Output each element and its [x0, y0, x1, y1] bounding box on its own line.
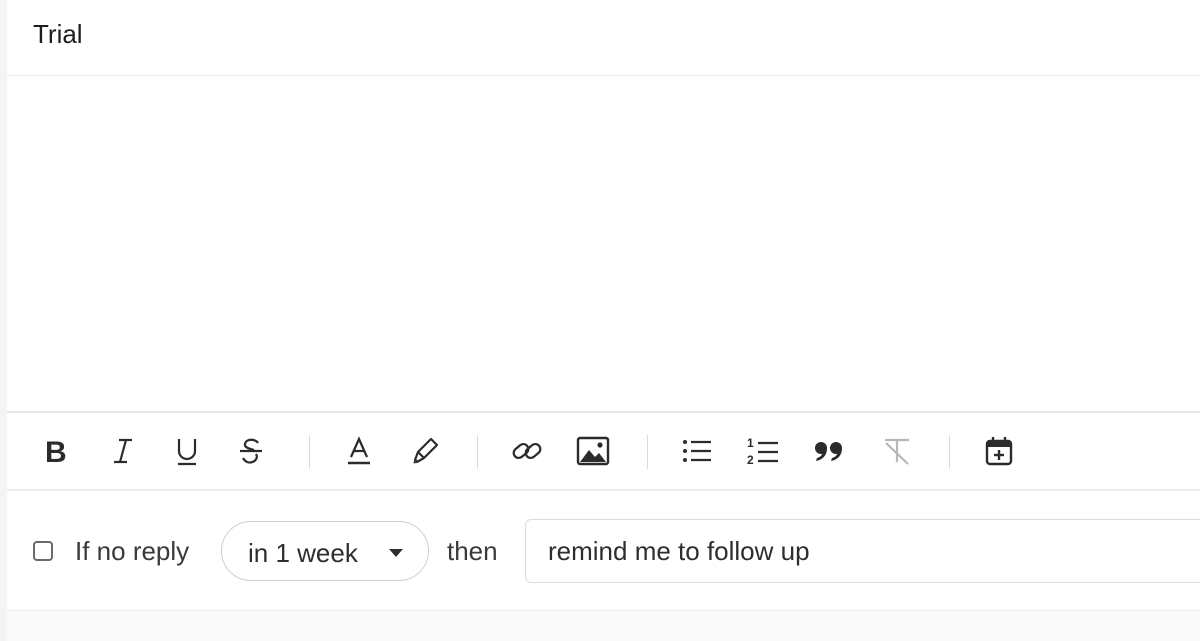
schedule-button[interactable]: [981, 433, 1017, 469]
timeframe-value: in 1 week: [248, 538, 358, 568]
link-icon: [512, 442, 542, 460]
toolbar-separator: [647, 435, 648, 469]
underline-icon: [177, 439, 197, 466]
if-no-reply-label: If no reply: [75, 536, 190, 566]
toolbar-separator: [949, 435, 950, 469]
numbered-list-button[interactable]: 1 2: [745, 433, 781, 469]
underline-button[interactable]: [169, 433, 205, 469]
svg-text:B: B: [45, 436, 67, 467]
clear-formatting-icon: [885, 438, 909, 465]
left-edge: [0, 0, 7, 641]
link-button[interactable]: [509, 433, 545, 469]
message-body-editor[interactable]: [7, 77, 1200, 412]
italic-button[interactable]: [105, 433, 141, 469]
bulleted-list-icon: [683, 440, 711, 462]
subject-text: Trial: [33, 19, 83, 49]
strikethrough-icon: [240, 438, 262, 464]
formatting-toolbar: B 1 2: [7, 411, 1200, 491]
bold-icon: B: [45, 436, 67, 467]
clear-formatting-button[interactable]: [879, 433, 915, 469]
svg-text:1: 1: [747, 436, 754, 450]
highlighter-icon: [413, 437, 439, 464]
insert-image-button[interactable]: [575, 433, 611, 469]
timeframe-dropdown[interactable]: in 1 week: [221, 521, 429, 581]
highlighter-button[interactable]: [407, 433, 443, 469]
quote-button[interactable]: [811, 433, 847, 469]
svg-text:2: 2: [747, 453, 754, 467]
strikethrough-button[interactable]: [233, 433, 269, 469]
text-color-icon: [348, 436, 370, 465]
bulleted-list-button[interactable]: [679, 433, 715, 469]
follow-up-checkbox[interactable]: [33, 541, 53, 561]
follow-up-action-input[interactable]: [525, 519, 1200, 583]
image-icon: [576, 436, 610, 466]
toolbar-separator: [477, 435, 478, 469]
toolbar-separator: [309, 435, 310, 469]
calendar-add-icon: [985, 437, 1013, 466]
follow-up-reminder-bar: If no reply in 1 week then: [7, 491, 1200, 611]
subject-field[interactable]: Trial: [7, 0, 1200, 76]
quote-icon: [815, 442, 842, 461]
text-color-button[interactable]: [341, 433, 377, 469]
caret-down-icon: [389, 549, 403, 557]
bold-button[interactable]: B: [39, 433, 75, 469]
numbered-list-icon: 1 2: [747, 436, 778, 467]
italic-icon: [114, 438, 132, 464]
then-label: then: [447, 536, 498, 566]
bottom-strip: [7, 611, 1200, 641]
